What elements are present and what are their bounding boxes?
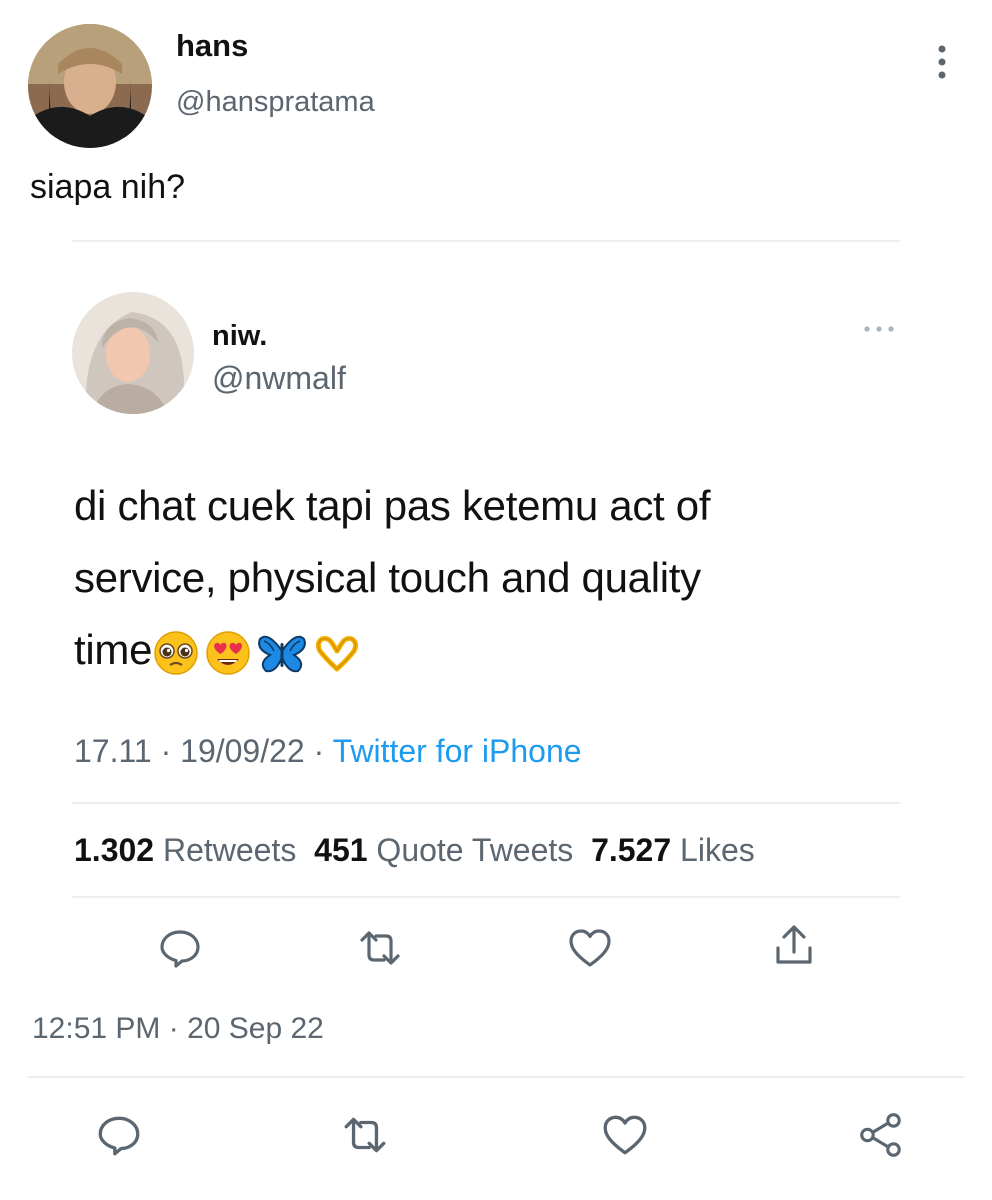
emoji-group (152, 629, 362, 677)
quoted-tweet-text: di chat cuek tapi pas ketemu act of serv… (74, 470, 854, 686)
retweets-label: Retweets (162, 832, 297, 868)
retweets-count: 1.302 (74, 832, 155, 868)
share-icon (776, 925, 812, 964)
tweet-source-link[interactable]: Twitter for iPhone (333, 733, 582, 769)
quotes-label: Quote Tweets (376, 832, 574, 868)
separator-dot: · (160, 733, 172, 769)
reply-icon (98, 1116, 140, 1156)
quote-tweets-stat[interactable]: 451 Quote Tweets (314, 832, 573, 868)
heart-eyes-emoji (206, 631, 250, 675)
reply-button[interactable] (156, 924, 204, 972)
heart-icon (569, 929, 611, 967)
share-button[interactable] (856, 1110, 906, 1160)
like-button[interactable] (566, 924, 614, 972)
tweet-metadata: 17.11 · 19/09/22 · Twitter for iPhone (74, 733, 582, 770)
reply-icon (160, 930, 200, 968)
author-name[interactable]: hans (176, 28, 248, 64)
likes-stat[interactable]: 7.527 Likes (591, 832, 755, 868)
retweet-button[interactable] (356, 924, 404, 972)
likes-count: 7.527 (591, 832, 672, 868)
quoted-text-fragment: time (74, 626, 153, 673)
butterfly-emoji (258, 635, 307, 673)
quoted-author-handle[interactable]: @nwmalf (212, 360, 346, 397)
quoted-text-line: service, physical touch and quality (74, 554, 701, 601)
heart-hands-emoji (316, 635, 359, 672)
reply-button[interactable] (94, 1110, 144, 1160)
divider (28, 1076, 964, 1078)
tweet-text: siapa nih? (30, 168, 186, 206)
share-nodes-icon (860, 1113, 901, 1157)
engagement-stats: 1.302 Retweets 451 Quote Tweets 7.527 Li… (74, 832, 755, 869)
retweet-icon (344, 1117, 386, 1153)
heart-icon (603, 1115, 647, 1155)
share-button[interactable] (770, 922, 818, 970)
retweet-button[interactable] (340, 1110, 390, 1160)
more-horizontal-icon[interactable] (862, 322, 896, 336)
divider (72, 802, 900, 804)
like-button[interactable] (600, 1110, 650, 1160)
tweet-date[interactable]: 19/09/22 (180, 733, 305, 769)
divider (72, 240, 900, 242)
likes-label: Likes (680, 832, 755, 868)
quoted-text-line: time (74, 614, 854, 686)
quoted-text-line: di chat cuek tapi pas ketemu act of (74, 482, 711, 529)
divider (72, 896, 900, 898)
quotes-count: 451 (314, 832, 368, 868)
tweet-time[interactable]: 17.11 (74, 733, 152, 769)
separator-dot: · (313, 733, 325, 769)
quoted-avatar[interactable] (72, 292, 194, 414)
retweets-stat[interactable]: 1.302 Retweets (74, 832, 296, 868)
tweet-timestamp[interactable]: 12:51 PM · 20 Sep 22 (32, 1012, 324, 1046)
avatar[interactable] (28, 24, 152, 148)
author-handle[interactable]: @hanspratama (176, 86, 375, 119)
retweet-icon (360, 931, 400, 965)
more-vertical-icon[interactable] (928, 44, 956, 80)
pleading-face-emoji (154, 631, 198, 675)
quoted-author-name[interactable]: niw. (212, 320, 267, 353)
